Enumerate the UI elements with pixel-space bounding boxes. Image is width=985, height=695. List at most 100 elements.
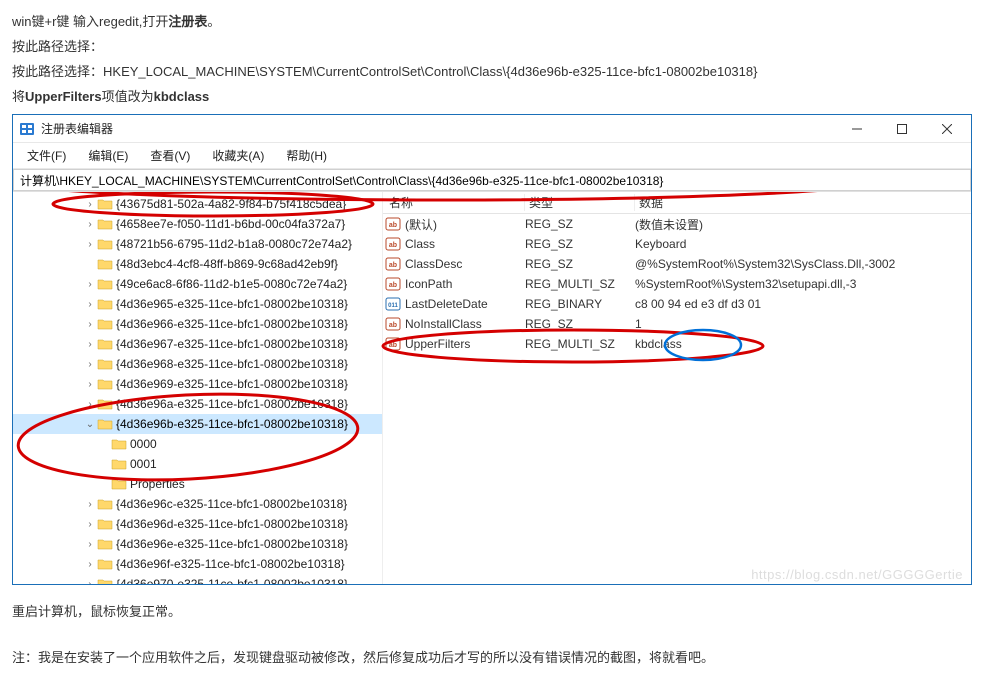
tree-row[interactable]: › {49ce6ac8-6f86-11d2-b1e5-0080c72e74a2} [13, 274, 382, 294]
tree-row[interactable]: ›{43675d81-502a-4a82-9f84-b75f418c5dea} [13, 194, 382, 214]
binary-value-icon: 011 [383, 296, 403, 312]
folder-icon [97, 337, 113, 351]
tree-row[interactable]: 0000 [13, 434, 382, 454]
tree-row[interactable]: ›{4d36e967-e325-11ce-bfc1-08002be10318} [13, 334, 382, 354]
value-row[interactable]: abClassREG_SZKeyboard [383, 234, 971, 254]
value-name: (默认) [403, 216, 525, 233]
tree-label: {48721b56-6795-11d2-b1a8-0080c72e74a2} [116, 237, 352, 251]
tree-label: {4d36e96e-e325-11ce-bfc1-08002be10318} [116, 537, 348, 551]
tree-row[interactable]: › {4d36e96c-e325-11ce-bfc1-08002be10318} [13, 494, 382, 514]
menu-view[interactable]: 查看(V) [146, 146, 194, 165]
value-data: @%SystemRoot%\System32\SysClass.Dll,-300… [635, 257, 971, 271]
chevron-right-icon[interactable]: › [83, 199, 97, 210]
chevron-right-icon[interactable]: › [83, 559, 97, 570]
maximize-button[interactable] [879, 116, 924, 142]
folder-icon [97, 557, 113, 571]
chevron-right-icon[interactable]: › [83, 499, 97, 510]
tree-row[interactable]: ›{4d36e96a-e325-11ce-bfc1-08002be10318} [13, 394, 382, 414]
tree-row[interactable]: › {4d36e96e-e325-11ce-bfc1-08002be10318} [13, 534, 382, 554]
tree-label: {4d36e96c-e325-11ce-bfc1-08002be10318} [116, 497, 347, 511]
value-name: ClassDesc [403, 257, 525, 271]
menu-help[interactable]: 帮助(H) [282, 146, 331, 165]
column-header-type[interactable]: 类型 [525, 194, 635, 211]
tree-label: {4d36e965-e325-11ce-bfc1-08002be10318} [116, 297, 348, 311]
chevron-right-icon[interactable]: › [83, 399, 97, 410]
tree-row[interactable]: › {4658ee7e-f050-11d1-b6bd-00c04fa372a7} [13, 214, 382, 234]
intro-path: HKEY_LOCAL_MACHINE\SYSTEM\CurrentControl… [103, 64, 757, 79]
minimize-button[interactable] [834, 116, 879, 142]
folder-icon [97, 517, 113, 531]
value-name: IconPath [403, 277, 525, 291]
chevron-right-icon[interactable]: › [83, 219, 97, 230]
menu-file[interactable]: 文件(F) [23, 146, 70, 165]
tree-row[interactable]: {48d3ebc4-4cf8-48ff-b869-9c68ad42eb9f} [13, 254, 382, 274]
menu-favorites[interactable]: 收藏夹(A) [208, 146, 268, 165]
folder-icon [97, 357, 113, 371]
tree-row[interactable]: ›{4d36e96f-e325-11ce-bfc1-08002be10318} [13, 554, 382, 574]
column-header-data[interactable]: 数据 [635, 194, 971, 211]
tree-row[interactable]: › {4d36e970-e325-11ce-bfc1-08002be10318} [13, 574, 382, 584]
tree-row[interactable]: ›{4d36e96d-e325-11ce-bfc1-08002be10318} [13, 514, 382, 534]
column-header-name[interactable]: 名称 [383, 194, 525, 211]
value-row[interactable]: abClassDescREG_SZ@%SystemRoot%\System32\… [383, 254, 971, 274]
intro-text: 将 [12, 89, 25, 104]
chevron-right-icon[interactable]: › [83, 299, 97, 310]
folder-icon [97, 417, 113, 431]
value-row[interactable]: ab (默认)REG_SZ(数值未设置) [383, 214, 971, 234]
tree-row[interactable]: 0001 [13, 454, 382, 474]
chevron-right-icon[interactable]: › [83, 239, 97, 250]
intro-text: 。 [207, 14, 220, 29]
value-row[interactable]: abUpperFiltersREG_MULTI_SZkbdclass [383, 334, 971, 354]
tree-label: {49ce6ac8-6f86-11d2-b1e5-0080c72e74a2} [116, 277, 347, 291]
value-data: (数值未设置) [635, 216, 971, 233]
chevron-right-icon[interactable]: › [83, 359, 97, 370]
titlebar: 注册表编辑器 [13, 115, 971, 143]
tree-label: {4658ee7e-f050-11d1-b6bd-00c04fa372a7} [116, 217, 345, 231]
folder-icon [97, 237, 113, 251]
svg-text:ab: ab [389, 282, 397, 289]
intro-label: 按此路径选择： [12, 64, 103, 79]
tree-label: {4d36e966-e325-11ce-bfc1-08002be10318} [116, 317, 348, 331]
tree-row[interactable]: › {4d36e966-e325-11ce-bfc1-08002be10318} [13, 314, 382, 334]
tree-label: {4d36e96b-e325-11ce-bfc1-08002be10318} [116, 417, 348, 431]
chevron-right-icon[interactable]: › [83, 319, 97, 330]
tree-row[interactable]: ⌄ {4d36e96b-e325-11ce-bfc1-08002be10318} [13, 414, 382, 434]
value-row[interactable]: abNoInstallClassREG_SZ1 [383, 314, 971, 334]
intro-line-1: win键+r键 输入regedit,打开注册表。 [12, 11, 973, 33]
value-row[interactable]: abIconPathREG_MULTI_SZ%SystemRoot%\Syste… [383, 274, 971, 294]
tree-row[interactable]: › {4d36e965-e325-11ce-bfc1-08002be10318} [13, 294, 382, 314]
close-button[interactable] [924, 116, 969, 142]
chevron-right-icon[interactable]: › [83, 279, 97, 290]
svg-text:ab: ab [389, 262, 397, 269]
tree-row[interactable]: Properties [13, 474, 382, 494]
menu-edit[interactable]: 编辑(E) [84, 146, 132, 165]
tree-label: {4d36e970-e325-11ce-bfc1-08002be10318} [116, 577, 348, 584]
intro-text: 项值改为 [102, 89, 154, 104]
intro-bold-regedit: 注册表 [168, 14, 207, 29]
tree-row[interactable]: ›{4d36e969-e325-11ce-bfc1-08002be10318} [13, 374, 382, 394]
chevron-right-icon[interactable]: › [83, 379, 97, 390]
svg-text:ab: ab [389, 222, 397, 229]
values-pane: 名称 类型 数据 ab (默认)REG_SZ(数值未设置)abClassREG_S… [383, 192, 971, 584]
folder-icon [97, 397, 113, 411]
chevron-right-icon[interactable]: › [83, 519, 97, 530]
chevron-right-icon[interactable]: › [83, 579, 97, 585]
chevron-right-icon[interactable]: › [83, 339, 97, 350]
tree-label: {4d36e968-e325-11ce-bfc1-08002be10318} [116, 357, 348, 371]
value-data: kbdclass [635, 337, 971, 351]
chevron-right-icon[interactable]: › [83, 539, 97, 550]
tree-row[interactable]: › {48721b56-6795-11d2-b1a8-0080c72e74a2} [13, 234, 382, 254]
tree-pane[interactable]: ›{43675d81-502a-4a82-9f84-b75f418c5dea}›… [13, 192, 383, 584]
tree-row[interactable]: › {4d36e968-e325-11ce-bfc1-08002be10318} [13, 354, 382, 374]
address-input[interactable] [13, 169, 971, 191]
chevron-down-icon[interactable]: ⌄ [83, 419, 97, 430]
tree-label: 0001 [130, 457, 157, 471]
value-name: Class [403, 237, 525, 251]
value-type: REG_MULTI_SZ [525, 337, 635, 351]
value-row[interactable]: 011LastDeleteDateREG_BINARYc8 00 94 ed e… [383, 294, 971, 314]
value-name: LastDeleteDate [403, 297, 525, 311]
value-type: REG_MULTI_SZ [525, 277, 635, 291]
string-value-icon: ab [383, 256, 403, 272]
value-type: REG_SZ [525, 217, 635, 231]
address-bar [13, 169, 971, 192]
